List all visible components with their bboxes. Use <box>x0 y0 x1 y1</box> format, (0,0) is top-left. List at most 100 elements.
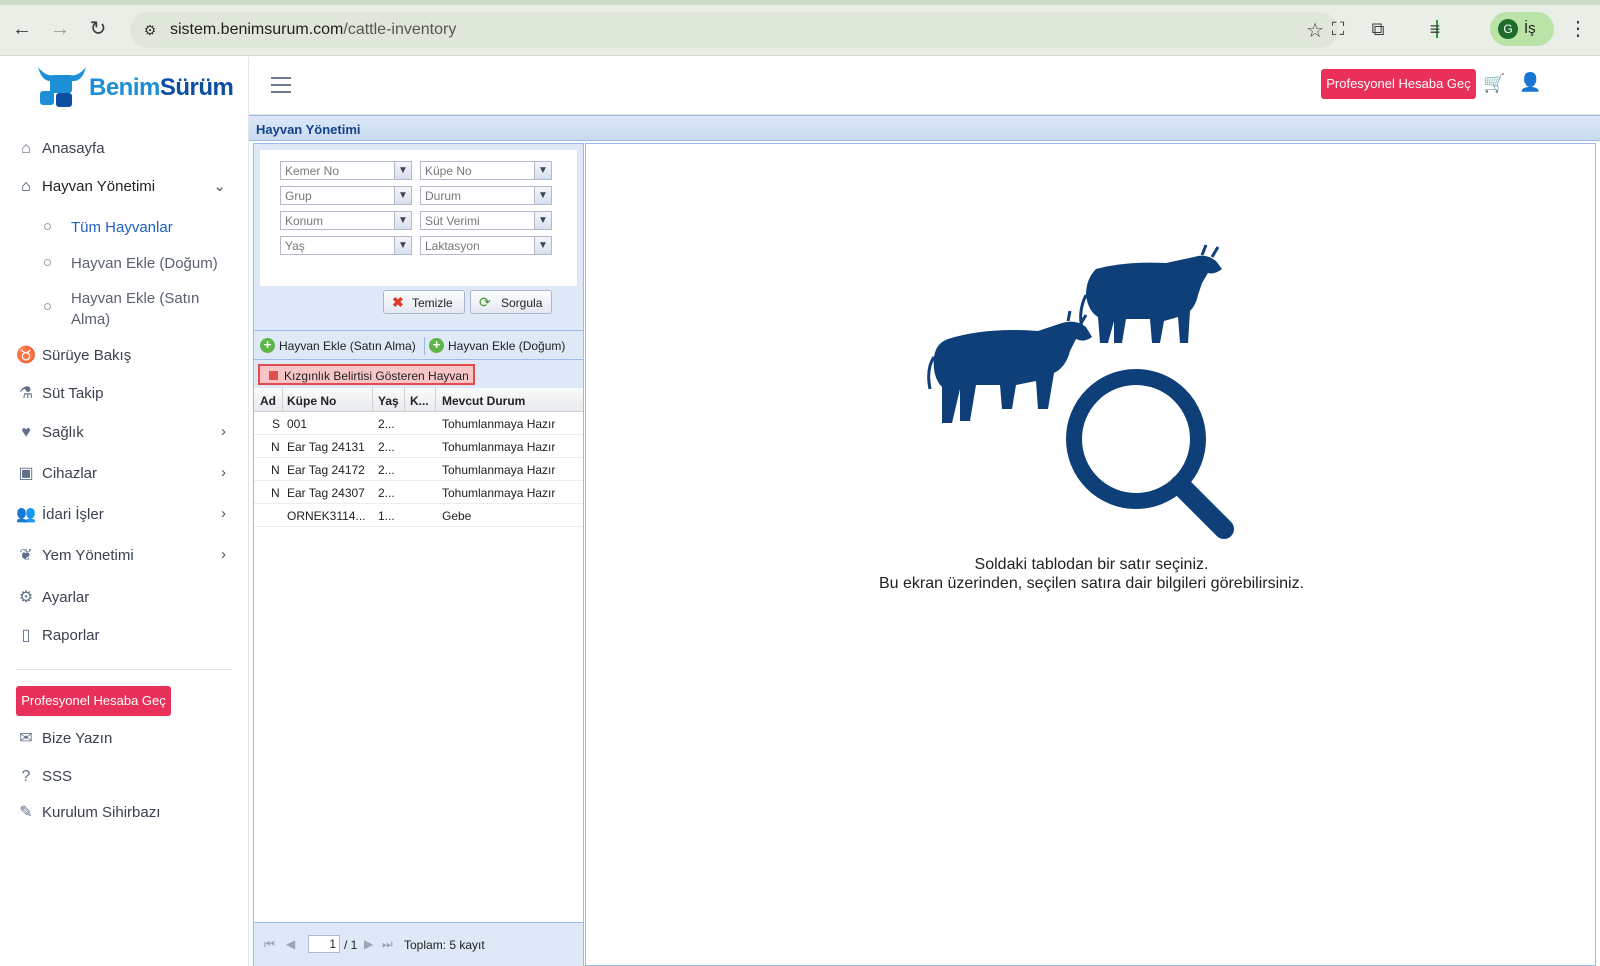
browser-menu-icon[interactable]: ⋮ <box>1566 17 1590 41</box>
toolbar-separator <box>424 337 425 355</box>
sidebar-item-yem-yonetimi[interactable]: ❦ Yem Yönetimi › <box>16 540 236 572</box>
prev-page-icon[interactable]: ◀ <box>286 937 295 951</box>
combo-placeholder: Küpe No <box>425 164 472 178</box>
chevron-down-icon[interactable]: ▼ <box>534 187 551 204</box>
column-header-ad[interactable]: Ad <box>260 394 276 408</box>
chevron-down-icon[interactable]: ▼ <box>534 237 551 254</box>
header-pro-account-button[interactable]: Profesyonel Hesaba Geç <box>1321 69 1476 99</box>
cell-ad: N <box>271 463 280 477</box>
brand-logo[interactable]: BenimSürüm <box>36 63 234 109</box>
column-separator[interactable] <box>372 388 373 412</box>
sidebar-item-bize-yazin[interactable]: ✉ Bize Yazın <box>16 723 236 755</box>
laktasyon-combo[interactable]: Laktasyon ▼ <box>420 236 552 255</box>
heat-signs-button[interactable]: Kızgınlık Belirtisi Gösteren Hayvan <box>258 364 475 385</box>
grid-toolbar: + Hayvan Ekle (Satın Alma) + Hayvan Ekle… <box>254 330 583 360</box>
paging-toolbar: ⏮ ◀ 1 / 1 ▶ ⏭ Toplam: 5 kayıt <box>254 922 583 966</box>
sidebar-item-anasayfa[interactable]: ⌂ Anasayfa <box>16 133 236 165</box>
forward-icon[interactable]: → <box>48 17 72 41</box>
column-header-k[interactable]: K... <box>410 394 429 408</box>
chevron-down-icon[interactable]: ▼ <box>534 162 551 179</box>
sidebar-item-cihazlar[interactable]: ▣ Cihazlar › <box>16 458 236 490</box>
magnifier-icon <box>1066 369 1234 539</box>
column-separator[interactable] <box>404 388 405 412</box>
sidebar-item-suruye-bakis[interactable]: ♉ Sürüye Bakış <box>16 340 236 372</box>
column-separator[interactable] <box>435 388 436 412</box>
profile-button[interactable]: G İş <box>1490 12 1554 46</box>
back-icon[interactable]: ← <box>10 17 34 41</box>
clear-button[interactable]: ✖ Temizle <box>383 290 465 314</box>
chevron-down-icon[interactable]: ▼ <box>394 212 411 229</box>
combo-placeholder: Süt Verimi <box>425 214 480 228</box>
yas-combo[interactable]: Yaş ▼ <box>280 236 412 255</box>
sidebar-item-label: Yem Yönetimi <box>42 547 134 564</box>
column-header-yas[interactable]: Yaş <box>378 394 399 408</box>
sidebar-item-idari-isler[interactable]: 👥 İdari İşler › <box>16 499 236 531</box>
column-header-mevcut-durum[interactable]: Mevcut Durum <box>442 394 525 408</box>
chevron-down-icon[interactable]: ▼ <box>394 162 411 179</box>
address-bar[interactable]: ⚙ sistem.benimsurum.com/cattle-inventory… <box>130 12 1338 48</box>
reload-icon[interactable]: ↻ <box>86 17 110 41</box>
kupe-no-combo[interactable]: Küpe No ▼ <box>420 161 552 180</box>
grid-header: Ad Küpe No Yaş K... Mevcut Durum <box>254 388 583 412</box>
chevron-down-icon[interactable]: ▼ <box>394 187 411 204</box>
hamburger-menu-icon[interactable] <box>271 77 291 93</box>
table-row[interactable]: N Ear Tag 24131 2... Tohumlanmaya Hazır <box>254 435 583 458</box>
filter-form: Kemer No ▼ Küpe No ▼ Grup ▼ Durum ▼ Konu… <box>260 150 577 286</box>
sidebar-item-kurulum-sihirbazi[interactable]: ✎ Kurulum Sihirbazı <box>16 797 236 829</box>
bookmark-star-icon[interactable]: ☆ <box>1306 18 1324 43</box>
heat-filter-row: Kızgınlık Belirtisi Gösteren Hayvan <box>254 360 583 388</box>
table-row[interactable]: N Ear Tag 24307 2... Tohumlanmaya Hazır <box>254 481 583 504</box>
sidebar-item-label: Sağlık <box>42 424 84 441</box>
sidebar-item-saglik[interactable]: ♥ Sağlık › <box>16 417 236 449</box>
table-row[interactable]: N Ear Tag 24172 2... Tohumlanmaya Hazır <box>254 458 583 481</box>
site-info-icon[interactable]: ⚙ <box>140 20 160 40</box>
empty-state-line1: Soldaki tablodan bir satır seçiniz. <box>974 556 1209 573</box>
sidebar-subitem-hayvan-ekle-satin-alma[interactable]: Hayvan Ekle (Satın Alma) <box>44 288 234 330</box>
sidebar-item-label: Ayarlar <box>42 589 90 606</box>
user-icon[interactable]: 👤 <box>1519 72 1541 93</box>
sidebar-item-label: Hayvan Yönetimi <box>42 178 156 195</box>
extensions-icon[interactable]: ⧉ <box>1366 17 1390 41</box>
sut-verimi-combo[interactable]: Süt Verimi ▼ <box>420 211 552 230</box>
add-purchase-button[interactable]: + Hayvan Ekle (Satın Alma) <box>260 337 420 355</box>
screenshot-icon[interactable]: ⛶ <box>1326 17 1350 41</box>
chevron-right-icon: › <box>221 505 226 522</box>
chevron-down-icon[interactable]: ▼ <box>394 237 411 254</box>
media-control-icon[interactable]: ≡ <box>1423 17 1447 41</box>
combo-placeholder: Yaş <box>285 239 305 253</box>
cell-yas: 2... <box>378 440 395 454</box>
page-number-input[interactable]: 1 <box>308 935 340 953</box>
table-row[interactable]: S 001 2... Tohumlanmaya Hazır <box>254 412 583 435</box>
pro-account-button[interactable]: Profesyonel Hesaba Geç <box>16 686 171 716</box>
chevron-down-icon[interactable]: ▼ <box>534 212 551 229</box>
sidebar-subitem-label: Hayvan Ekle (Satın Alma) <box>71 290 200 328</box>
query-button-label: Sorgula <box>501 296 543 310</box>
column-header-kupe-no[interactable]: Küpe No <box>287 394 336 408</box>
cart-icon[interactable]: 🛒 <box>1483 73 1505 94</box>
cell-ad: S <box>272 417 281 431</box>
last-page-icon[interactable]: ⏭ <box>382 937 393 952</box>
kemer-no-combo[interactable]: Kemer No ▼ <box>280 161 412 180</box>
sidebar-item-sut-takip[interactable]: ⚗ Süt Takip <box>16 378 236 410</box>
konum-combo[interactable]: Konum ▼ <box>280 211 412 230</box>
cell-yas: 2... <box>378 463 395 477</box>
sidebar-item-sss[interactable]: ? SSS <box>16 761 236 793</box>
table-row[interactable]: ORNEK3114... 1... Gebe <box>254 504 583 527</box>
column-separator[interactable] <box>282 388 283 412</box>
devices-icon: ▣ <box>18 465 34 482</box>
sidebar-item-raporlar[interactable]: ▯ Raporlar <box>16 620 236 652</box>
durum-combo[interactable]: Durum ▼ <box>420 186 552 205</box>
users-gear-icon: 👥 <box>16 506 36 523</box>
grup-combo[interactable]: Grup ▼ <box>280 186 412 205</box>
sidebar-item-ayarlar[interactable]: ⚙ Ayarlar <box>16 582 236 614</box>
query-button[interactable]: ⟳ Sorgula <box>470 290 552 314</box>
next-page-icon[interactable]: ▶ <box>364 937 373 951</box>
cell-kupe-no: Ear Tag 24307 <box>287 486 365 500</box>
sidebar-item-hayvan-yonetimi[interactable]: ⌂ Hayvan Yönetimi ⌄ <box>16 171 236 203</box>
add-birth-button[interactable]: + Hayvan Ekle (Doğum) <box>429 337 579 355</box>
url-host: sistem.benimsurum.com <box>170 21 344 38</box>
panel-header: Hayvan Yönetimi <box>249 115 1600 141</box>
sidebar-item-label: Sürüye Bakış <box>42 347 132 364</box>
first-page-icon[interactable]: ⏮ <box>264 937 275 952</box>
url-text[interactable]: sistem.benimsurum.com/cattle-inventory <box>170 21 456 39</box>
